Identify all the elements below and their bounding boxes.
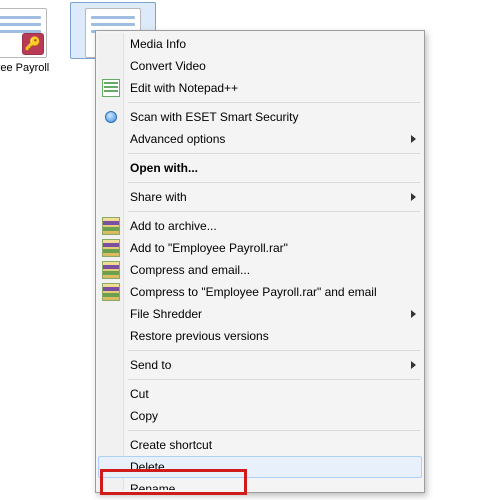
menu-send-to[interactable]: Send to xyxy=(98,354,422,376)
menu-restore-previous[interactable]: Restore previous versions xyxy=(98,325,422,347)
menu-compress-email[interactable]: Compress and email... xyxy=(98,259,422,281)
winrar-icon xyxy=(102,283,120,301)
menu-open-with[interactable]: Open with... xyxy=(98,157,422,179)
access-file-thumb: 🔑 xyxy=(0,8,47,58)
notepad-icon xyxy=(102,79,120,97)
menu-separator xyxy=(128,102,420,103)
menu-create-shortcut[interactable]: Create shortcut xyxy=(98,434,422,456)
submenu-arrow-icon xyxy=(411,193,416,201)
menu-rename[interactable]: Rename xyxy=(98,478,422,490)
menu-scan-eset[interactable]: Scan with ESET Smart Security xyxy=(98,106,422,128)
menu-add-to-rar[interactable]: Add to "Employee Payroll.rar" xyxy=(98,237,422,259)
menu-file-shredder[interactable]: File Shredder xyxy=(98,303,422,325)
menu-advanced-options[interactable]: Advanced options xyxy=(98,128,422,150)
file-label: oyee Payroll xyxy=(0,62,58,75)
menu-delete[interactable]: Delete xyxy=(98,456,422,478)
eset-icon xyxy=(105,111,117,123)
submenu-arrow-icon xyxy=(411,135,416,143)
menu-separator xyxy=(128,350,420,351)
menu-copy[interactable]: Copy xyxy=(98,405,422,427)
menu-cut[interactable]: Cut xyxy=(98,383,422,405)
menu-separator xyxy=(128,379,420,380)
menu-separator xyxy=(128,153,420,154)
menu-add-archive[interactable]: Add to archive... xyxy=(98,215,422,237)
menu-edit-notepad[interactable]: Edit with Notepad++ xyxy=(98,77,422,99)
context-menu: Media Info Convert Video Edit with Notep… xyxy=(95,30,425,493)
winrar-icon xyxy=(102,261,120,279)
menu-separator xyxy=(128,430,420,431)
menu-compress-rar-email[interactable]: Compress to "Employee Payroll.rar" and e… xyxy=(98,281,422,303)
menu-separator xyxy=(128,211,420,212)
access-key-icon: 🔑 xyxy=(22,33,44,55)
menu-media-info[interactable]: Media Info xyxy=(98,33,422,55)
winrar-icon xyxy=(102,239,120,257)
menu-convert-video[interactable]: Convert Video xyxy=(98,55,422,77)
menu-separator xyxy=(128,182,420,183)
submenu-arrow-icon xyxy=(411,361,416,369)
winrar-icon xyxy=(102,217,120,235)
submenu-arrow-icon xyxy=(411,310,416,318)
file-icon-employee-payroll-1[interactable]: 🔑 oyee Payroll xyxy=(0,8,58,75)
menu-share-with[interactable]: Share with xyxy=(98,186,422,208)
